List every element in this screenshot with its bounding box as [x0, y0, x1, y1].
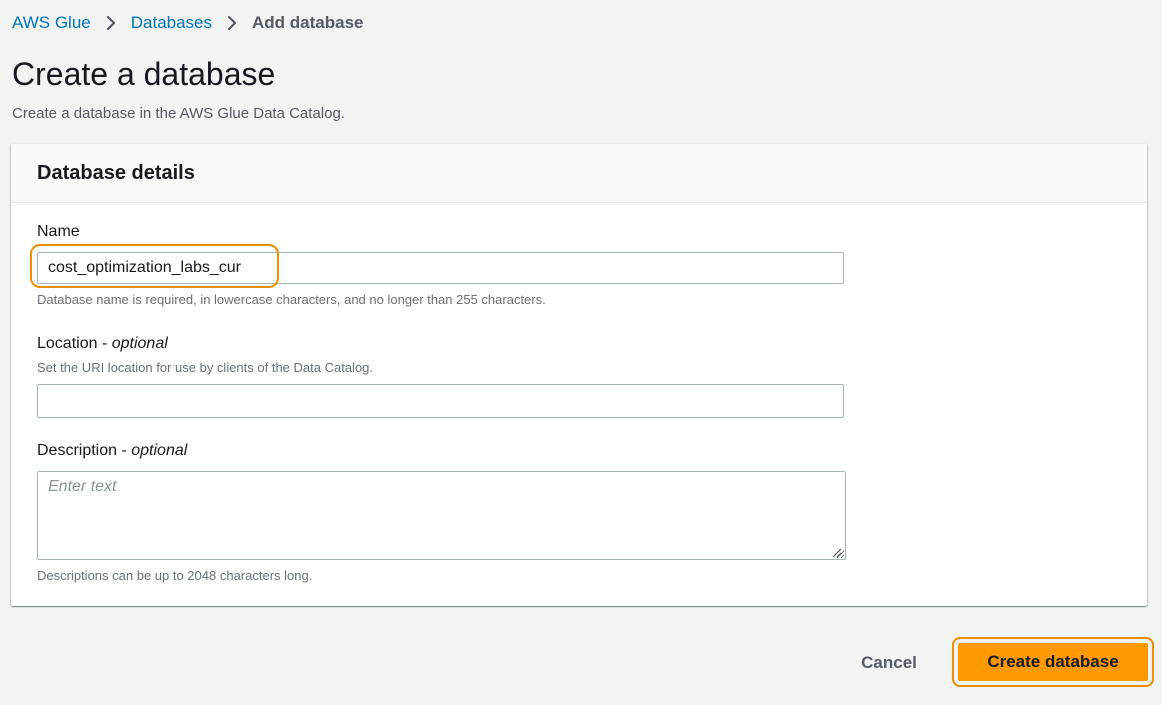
location-label: Location - optional: [37, 335, 168, 352]
page-title: Create a database: [12, 56, 276, 92]
database-details-panel: Database details Name Database name is r…: [11, 143, 1147, 606]
panel-header: Database details: [11, 144, 1147, 203]
description-optional-text: optional: [131, 442, 188, 459]
chevron-right-icon: [91, 12, 131, 34]
breadcrumb-link-aws-glue[interactable]: AWS Glue: [12, 12, 91, 34]
page-subtitle: Create a database in the AWS Glue Data C…: [12, 105, 345, 122]
location-input[interactable]: [37, 384, 844, 418]
breadcrumb: AWS Glue Databases Add database: [12, 12, 364, 34]
name-hint: Database name is required, in lowercase …: [37, 292, 546, 307]
name-label: Name: [37, 223, 80, 240]
location-hint: Set the URI location for use by clients …: [37, 360, 374, 375]
chevron-right-icon: [212, 12, 252, 34]
breadcrumb-current-page: Add database: [252, 13, 364, 32]
panel-title: Database details: [37, 161, 195, 184]
create-button-highlight: Create database: [952, 637, 1154, 687]
description-textarea[interactable]: [37, 471, 846, 560]
location-optional-text: optional: [111, 335, 168, 352]
description-label-text: Description: [37, 442, 118, 459]
description-hint: Descriptions can be up to 2048 character…: [37, 568, 313, 583]
description-label: Description - optional: [37, 442, 188, 459]
location-label-text: Location: [37, 335, 98, 352]
cancel-button[interactable]: Cancel: [840, 648, 938, 678]
breadcrumb-link-databases[interactable]: Databases: [131, 12, 212, 34]
create-database-button[interactable]: Create database: [958, 643, 1148, 681]
database-name-input[interactable]: [37, 252, 844, 284]
